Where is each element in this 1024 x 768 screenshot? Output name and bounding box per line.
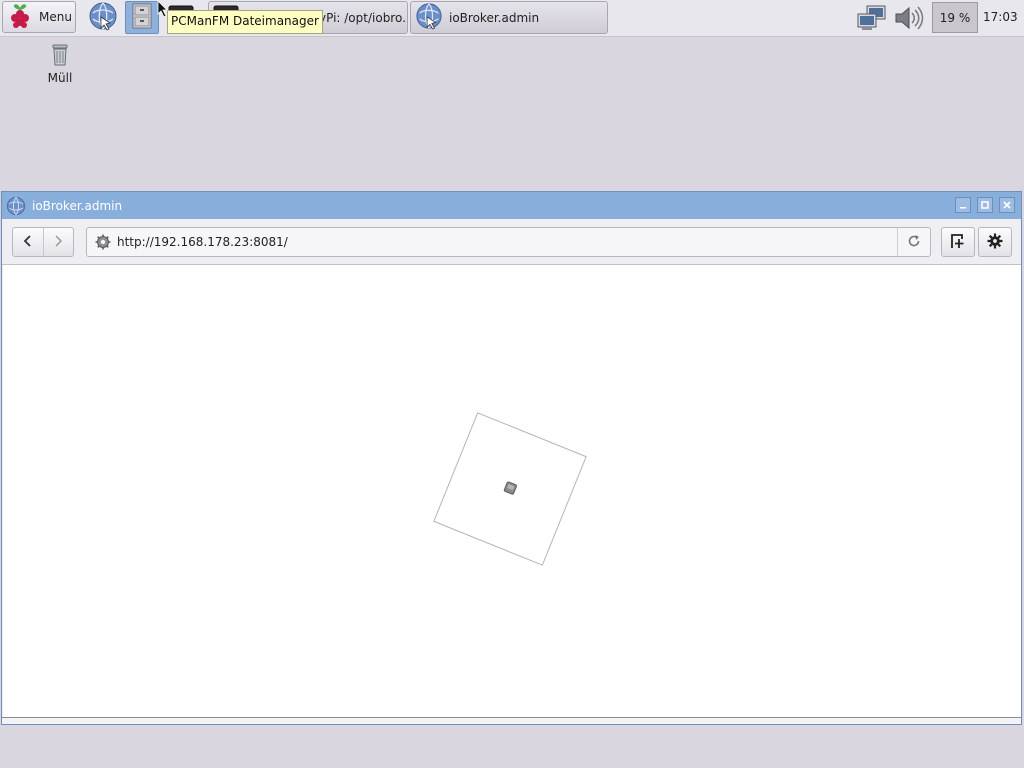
cpu-usage: 19 % bbox=[939, 10, 971, 25]
raspberry-icon bbox=[7, 2, 33, 33]
window-title: ioBroker.admin bbox=[32, 198, 123, 213]
task-label: ioBroker.admin bbox=[449, 10, 540, 25]
menu-button[interactable]: Menu bbox=[2, 1, 76, 33]
minimize-icon bbox=[959, 198, 967, 212]
page-content[interactable] bbox=[3, 265, 1021, 717]
desktop-trash[interactable]: Müll bbox=[40, 44, 80, 85]
window-titlebar[interactable]: ioBroker.admin bbox=[2, 192, 1021, 219]
globe-icon bbox=[415, 2, 443, 33]
clock[interactable]: 17:03 bbox=[983, 10, 1018, 24]
top-panel: Menu yPi: /opt/iobro... ioBroker.admin P… bbox=[0, 0, 1024, 37]
trash-label: Müll bbox=[47, 71, 73, 85]
mouse-cursor-icon bbox=[157, 0, 169, 21]
chevron-left-icon bbox=[23, 234, 33, 250]
new-tab-button[interactable] bbox=[941, 227, 975, 257]
settings-icon bbox=[987, 233, 1003, 252]
loading-icon bbox=[499, 477, 521, 501]
maximize-button[interactable] bbox=[977, 197, 993, 213]
file-cabinet-icon bbox=[131, 3, 153, 32]
address-bar[interactable]: http://192.168.178.23:8081/ bbox=[86, 227, 931, 257]
back-button[interactable] bbox=[13, 228, 43, 256]
gear-icon bbox=[95, 234, 111, 250]
chevron-right-icon bbox=[53, 234, 63, 250]
navigation-buttons bbox=[12, 227, 74, 257]
browser-launcher[interactable] bbox=[86, 1, 120, 34]
speaker-icon[interactable] bbox=[893, 4, 925, 32]
filemanager-launcher[interactable] bbox=[125, 1, 159, 34]
cpu-monitor[interactable]: 19 % bbox=[932, 2, 978, 33]
settings-button[interactable] bbox=[978, 227, 1012, 257]
minimize-button[interactable] bbox=[955, 197, 971, 213]
browser-window: ioBroker.admin http://192.168.178.23:808… bbox=[1, 191, 1022, 725]
reload-button[interactable] bbox=[897, 228, 930, 256]
status-bar bbox=[2, 717, 1021, 724]
close-button[interactable] bbox=[999, 197, 1015, 213]
menu-label: Menu bbox=[39, 10, 72, 24]
network-icon[interactable] bbox=[856, 4, 888, 32]
new-tab-icon bbox=[950, 233, 966, 252]
globe-icon bbox=[88, 1, 118, 34]
url-text: http://192.168.178.23:8081/ bbox=[117, 235, 288, 249]
close-icon bbox=[1003, 198, 1011, 212]
browser-toolbar: http://192.168.178.23:8081/ bbox=[2, 219, 1021, 265]
tooltip: PCManFM Dateimanager bbox=[167, 10, 323, 34]
trash-can-icon bbox=[50, 44, 70, 69]
loading-spinner bbox=[433, 412, 587, 566]
forward-button[interactable] bbox=[42, 228, 74, 256]
maximize-icon bbox=[981, 198, 989, 212]
task-browser[interactable]: ioBroker.admin bbox=[410, 1, 608, 34]
task-label: yPi: /opt/iobro... bbox=[319, 10, 408, 25]
globe-icon bbox=[6, 196, 26, 216]
reload-icon bbox=[907, 234, 921, 251]
